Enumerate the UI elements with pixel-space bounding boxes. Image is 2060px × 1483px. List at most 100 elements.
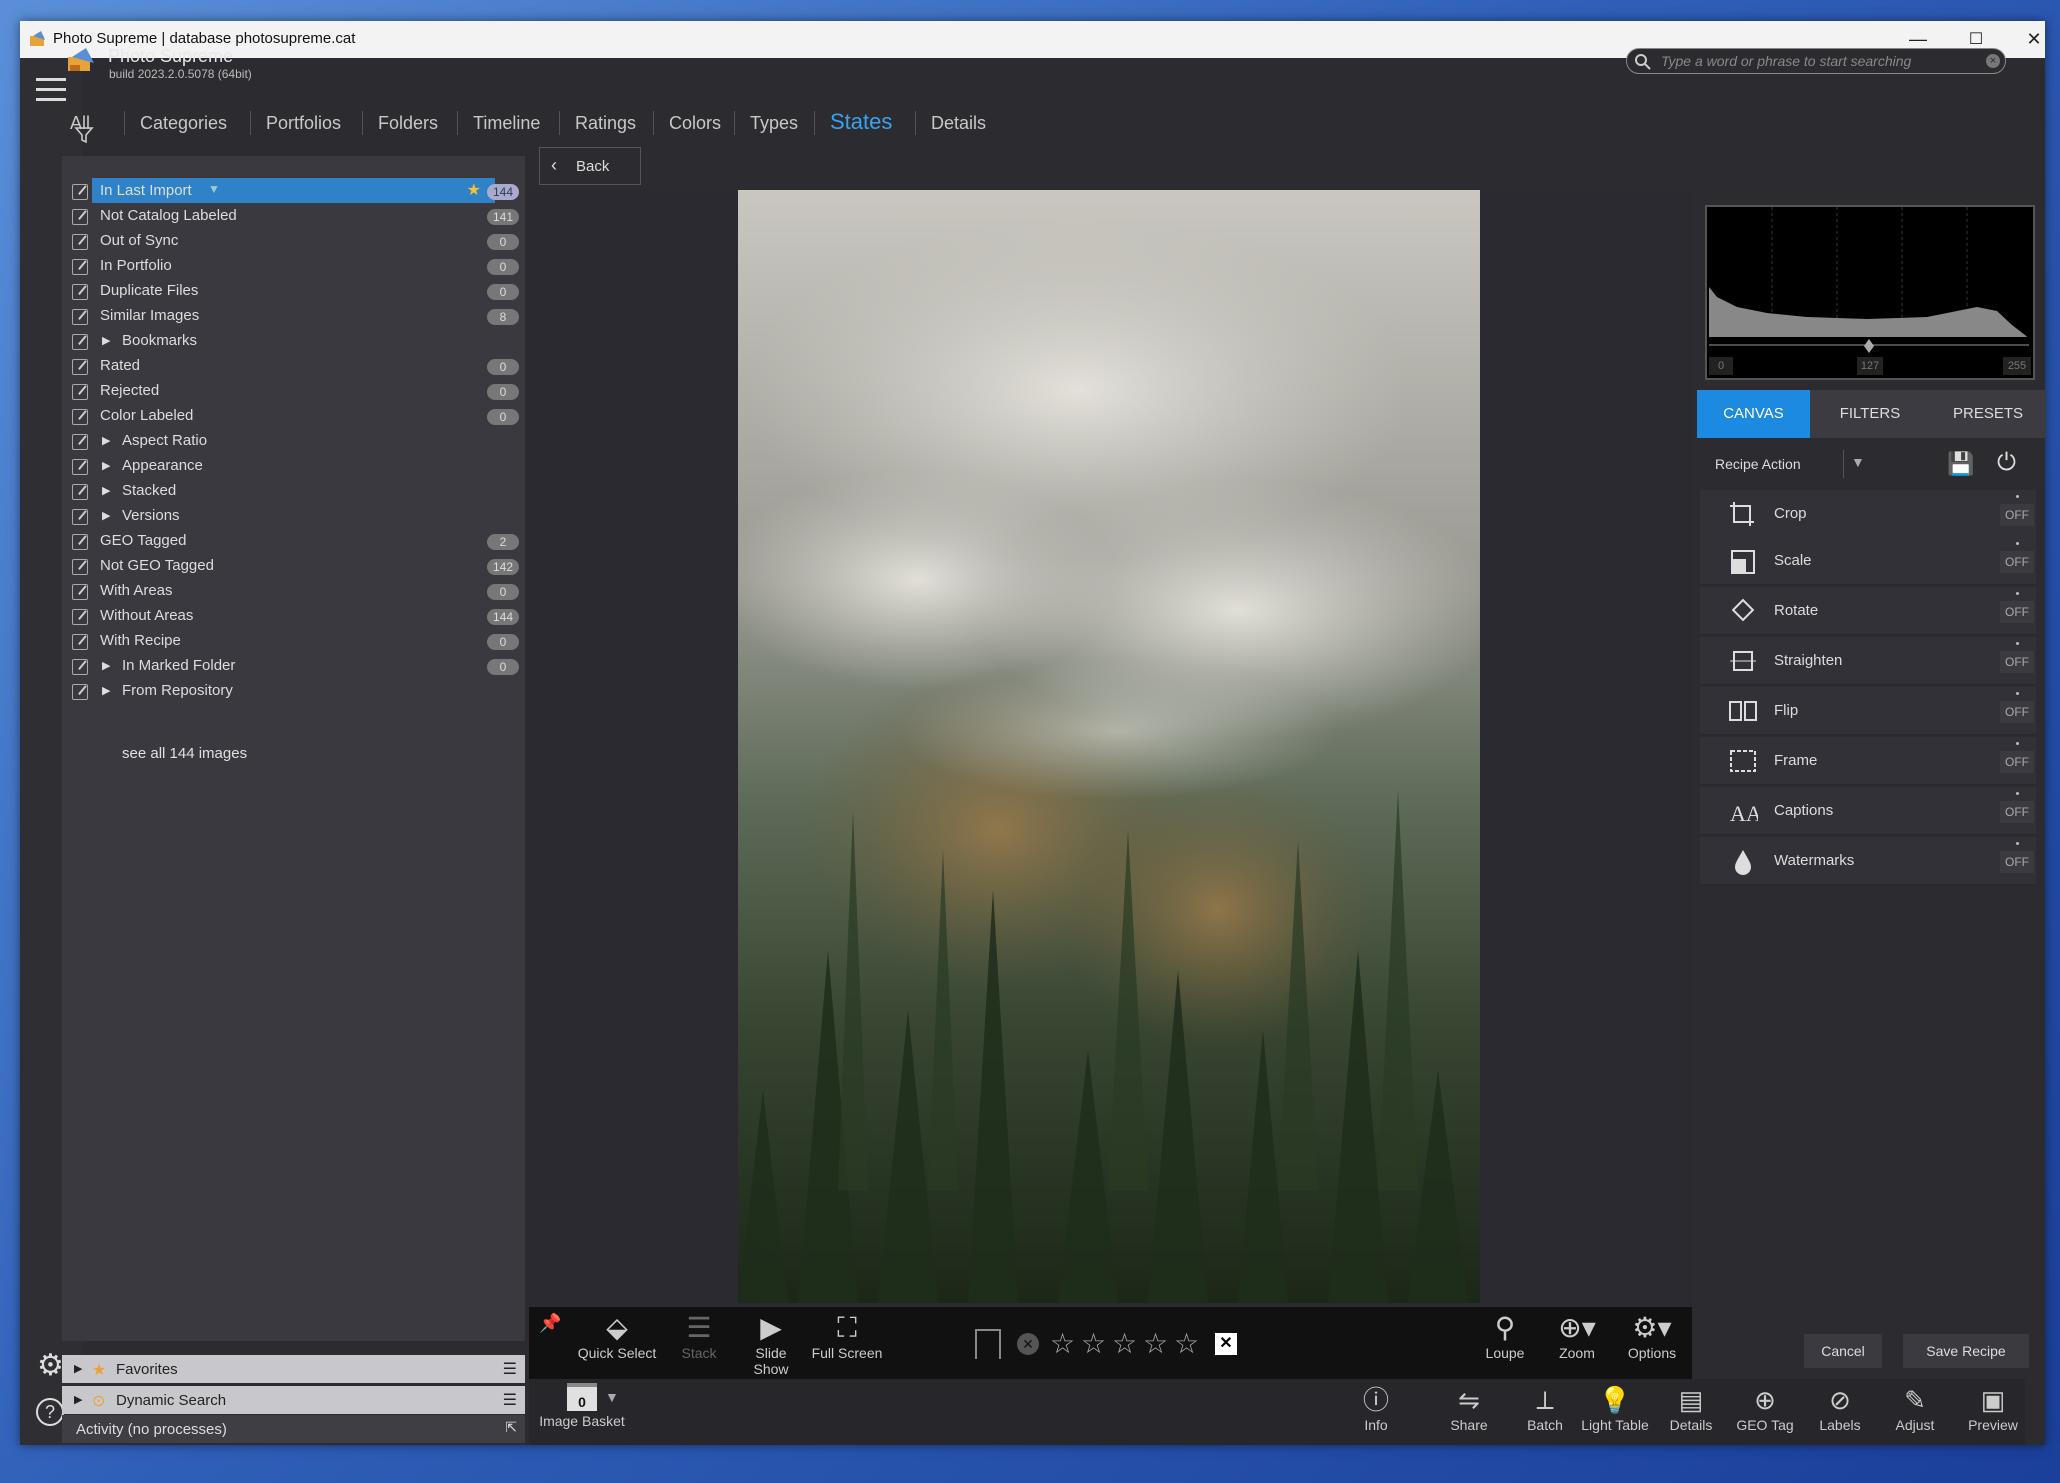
tab-folders[interactable]: Folders (378, 113, 438, 134)
help-icon[interactable]: ? (36, 1398, 64, 1426)
state-item[interactable]: In Portfolio 0 (62, 253, 525, 278)
expand-icon[interactable]: ▶ (74, 1393, 82, 1406)
light-table-button[interactable]: 💡 Light Table (1579, 1383, 1651, 1433)
state-item[interactable]: Without Areas 144 (62, 603, 525, 628)
chevron-down-icon[interactable]: ▼ (605, 1389, 619, 1405)
edit-checkbox-icon[interactable] (72, 309, 88, 325)
more-icon[interactable] (2016, 542, 2019, 545)
clear-rating-icon[interactable]: ✕ (1215, 1333, 1237, 1355)
state-item[interactable]: Rejected 0 (62, 378, 525, 403)
state-item[interactable]: ▶ From Repository (62, 678, 525, 703)
clear-search-icon[interactable]: × (1986, 54, 2000, 68)
batch-button[interactable]: ⟂ Batch (1509, 1383, 1581, 1433)
state-item[interactable]: Not Catalog Labeled 141 (62, 203, 525, 228)
toggle-off-button[interactable]: OFF (2000, 504, 2034, 526)
more-icon[interactable] (2016, 495, 2019, 498)
state-item[interactable]: GEO Tagged 2 (62, 528, 525, 553)
geo-tag-button[interactable]: ⊕ GEO Tag (1729, 1383, 1801, 1433)
edit-checkbox-icon[interactable] (72, 584, 88, 600)
panel-menu-icon[interactable]: ☰ (503, 1359, 517, 1379)
reject-icon[interactable]: ✕ (1017, 1333, 1039, 1355)
cancel-button[interactable]: Cancel (1804, 1334, 1882, 1368)
edit-checkbox-icon[interactable] (72, 484, 88, 500)
canvas-item-crop[interactable]: Crop OFF (1700, 490, 2036, 538)
see-all-link[interactable]: see all 144 images (122, 745, 247, 762)
tab-portfolios[interactable]: Portfolios (266, 113, 341, 134)
canvas-item-scale[interactable]: Scale OFF (1700, 537, 2036, 585)
expand-icon[interactable]: ▶ (102, 459, 110, 472)
state-item[interactable]: With Recipe 0 (62, 628, 525, 653)
stack-button[interactable]: ☰ Stack (669, 1311, 729, 1361)
edit-checkbox-icon[interactable] (72, 534, 88, 550)
loupe-button[interactable]: ⚲ Loupe (1475, 1311, 1535, 1361)
tab-filters[interactable]: FILTERS (1814, 390, 1926, 438)
search-box[interactable]: × (1626, 48, 2006, 74)
settings-gear-icon[interactable]: ⚙ (37, 1348, 64, 1383)
edit-checkbox-icon[interactable] (72, 284, 88, 300)
edit-checkbox-icon[interactable] (72, 259, 88, 275)
search-input[interactable] (1661, 51, 1981, 71)
state-item[interactable]: ▶ Aspect Ratio (62, 428, 525, 453)
share-button[interactable]: ⇋ Share (1433, 1383, 1505, 1433)
expand-icon[interactable]: ▶ (102, 334, 110, 347)
tab-ratings[interactable]: Ratings (575, 113, 636, 134)
options-button[interactable]: ⚙▾ Options (1619, 1311, 1685, 1361)
info-button[interactable]: ⓘ Info (1340, 1383, 1412, 1433)
chevron-down-icon[interactable]: ▼ (208, 182, 220, 196)
star-icon[interactable]: ★ (467, 180, 481, 200)
filter-icon[interactable] (74, 125, 94, 145)
state-item[interactable]: Similar Images 8 (62, 303, 525, 328)
edit-checkbox-icon[interactable] (72, 459, 88, 475)
histogram-mid[interactable]: 127 (1857, 357, 1883, 375)
expand-icon[interactable]: ▶ (102, 484, 110, 497)
pin-icon[interactable]: 📌 (539, 1313, 561, 1334)
state-item[interactable]: ▶ Versions (62, 503, 525, 528)
favorites-panel[interactable]: ▶ ★ Favorites ☰ (62, 1355, 525, 1383)
edit-checkbox-icon[interactable] (72, 209, 88, 225)
tab-states[interactable]: States (830, 109, 892, 135)
edit-checkbox-icon[interactable] (72, 559, 88, 575)
tab-timeline[interactable]: Timeline (473, 113, 540, 134)
panel-menu-icon[interactable]: ☰ (503, 1390, 517, 1410)
star-icon[interactable]: ☆ (1078, 1327, 1109, 1360)
canvas-item-rotate[interactable]: Rotate OFF (1700, 587, 2036, 635)
preview-button[interactable]: ▣ Preview (1957, 1383, 2029, 1433)
expand-icon[interactable]: ▶ (102, 684, 110, 697)
adjust-button[interactable]: ✎ Adjust (1879, 1383, 1951, 1433)
quick-select-button[interactable]: ⬙ Quick Select (577, 1311, 657, 1361)
edit-checkbox-icon[interactable] (72, 359, 88, 375)
canvas-item-captions[interactable]: AA Captions OFF (1700, 787, 2036, 835)
expand-icon[interactable]: ▶ (102, 434, 110, 447)
bookmark-icon[interactable] (975, 1329, 1001, 1359)
zoom-button[interactable]: ⊕▾ Zoom (1547, 1311, 1607, 1361)
tab-categories[interactable]: Categories (140, 113, 227, 134)
tab-canvas[interactable]: CANVAS (1697, 390, 1810, 438)
edit-checkbox-icon[interactable] (72, 684, 88, 700)
toggle-off-button[interactable]: OFF (2000, 701, 2034, 723)
close-button[interactable]: ✕ (2005, 21, 2045, 58)
toggle-off-button[interactable]: OFF (2000, 601, 2034, 623)
toggle-off-button[interactable]: OFF (2000, 551, 2034, 573)
state-item[interactable]: ▶ Bookmarks (62, 328, 525, 353)
expand-icon[interactable]: ▶ (74, 1362, 82, 1375)
menu-icon[interactable] (36, 78, 66, 102)
edit-checkbox-icon[interactable] (72, 184, 88, 200)
canvas-item-straighten[interactable]: Straighten OFF (1700, 637, 2036, 685)
recipe-action-label[interactable]: Recipe Action (1715, 456, 1801, 472)
more-icon[interactable] (2016, 692, 2019, 695)
state-item[interactable]: Color Labeled 0 (62, 403, 525, 428)
edit-checkbox-icon[interactable] (72, 659, 88, 675)
more-icon[interactable] (2016, 592, 2019, 595)
more-icon[interactable] (2016, 842, 2019, 845)
star-icon[interactable]: ☆ (1171, 1327, 1202, 1360)
star-icon[interactable]: ☆ (1140, 1327, 1171, 1360)
activity-panel[interactable]: Activity (no processes) ⇱ (62, 1415, 525, 1443)
labels-button[interactable]: ⊘ Labels (1804, 1383, 1876, 1433)
back-button[interactable]: ‹ Back (539, 147, 641, 185)
edit-checkbox-icon[interactable] (72, 384, 88, 400)
edit-checkbox-icon[interactable] (72, 334, 88, 350)
state-item[interactable]: ▶ Appearance (62, 453, 525, 478)
state-item[interactable]: Not GEO Tagged 142 (62, 553, 525, 578)
edit-checkbox-icon[interactable] (72, 634, 88, 650)
more-icon[interactable] (2016, 742, 2019, 745)
